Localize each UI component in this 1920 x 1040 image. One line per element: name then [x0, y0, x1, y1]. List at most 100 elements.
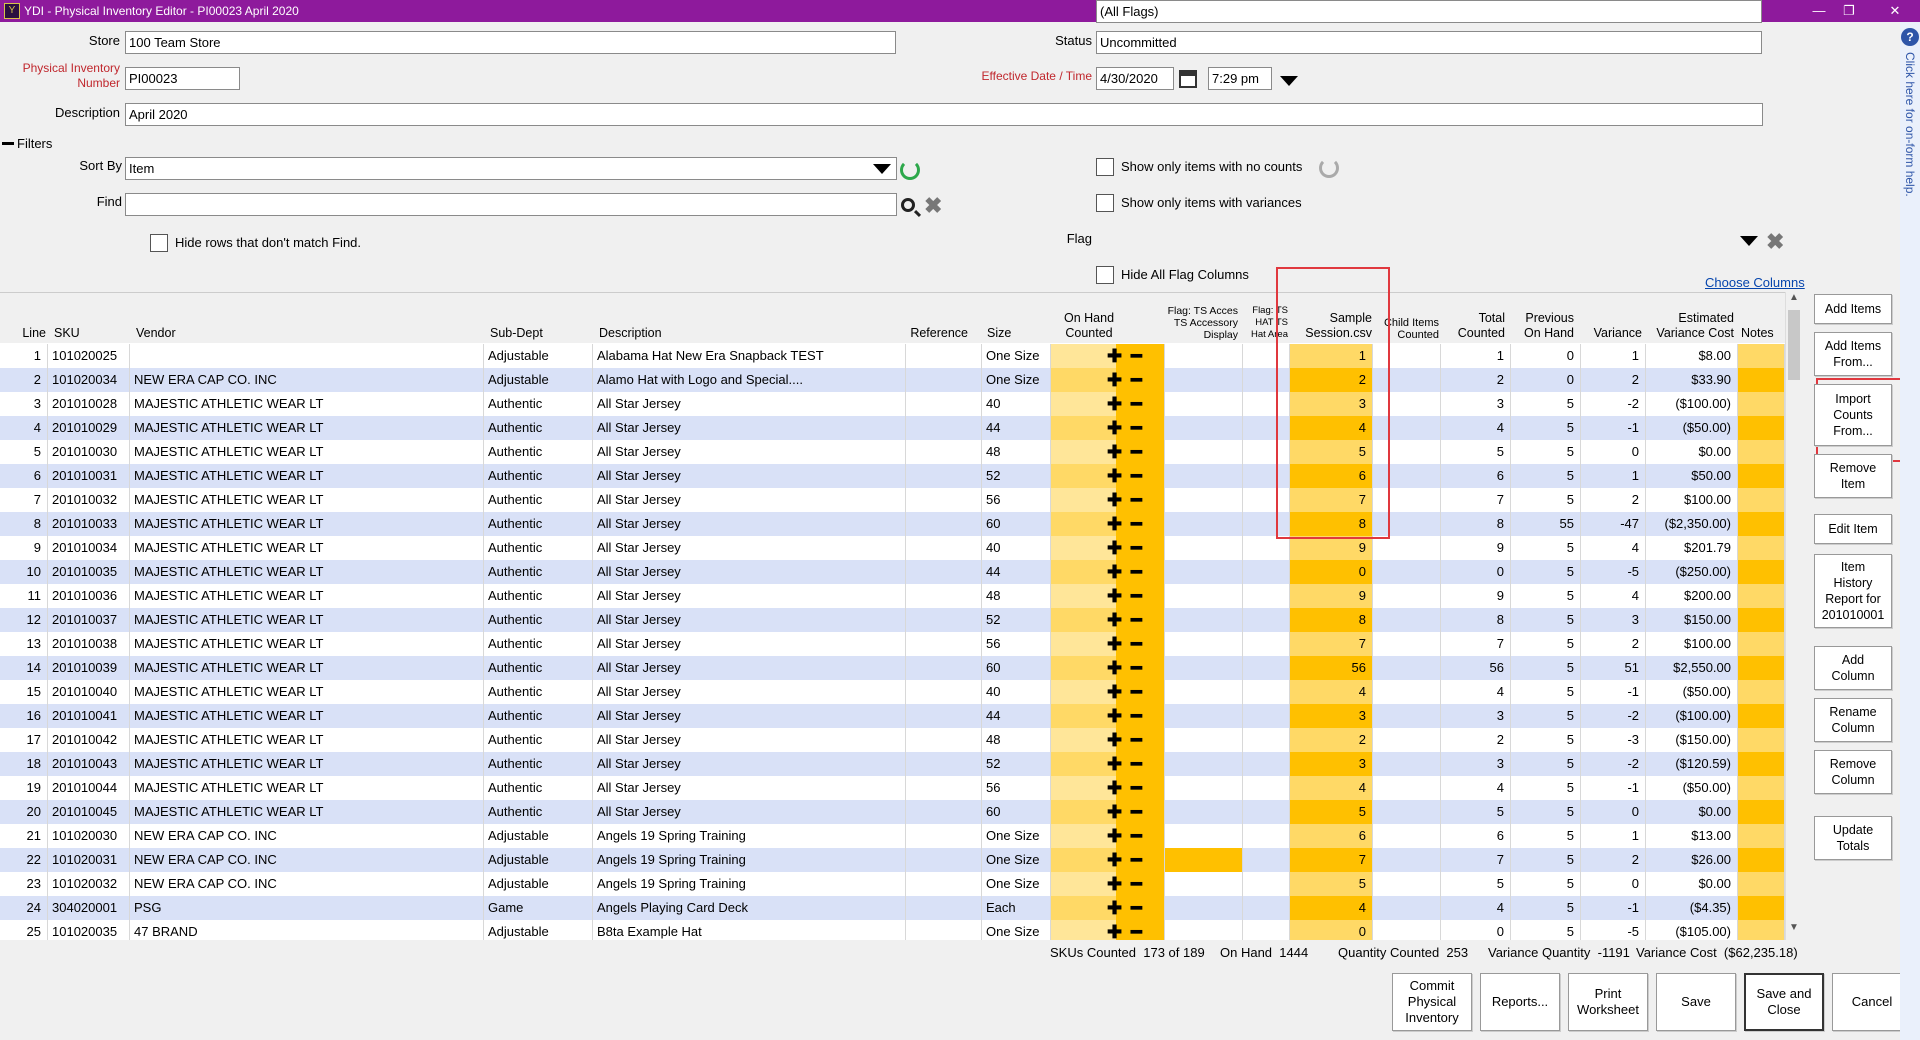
- line-cell[interactable]: 12: [0, 608, 48, 632]
- plus-icon[interactable]: ✚: [1107, 584, 1122, 608]
- line-cell[interactable]: 5: [0, 440, 48, 464]
- notes-cell[interactable]: [1738, 464, 1785, 488]
- notes-cell[interactable]: [1738, 920, 1785, 940]
- no-counts-checkbox[interactable]: [1096, 158, 1114, 176]
- notes-cell[interactable]: [1738, 392, 1785, 416]
- size-cell[interactable]: One Size: [982, 872, 1051, 896]
- line-cell[interactable]: 1: [0, 344, 48, 368]
- minus-icon[interactable]: ━: [1131, 560, 1142, 584]
- sort-by-select[interactable]: Item: [125, 157, 897, 180]
- col-header-estimated-variance-cost[interactable]: Estimated Variance Cost: [1648, 311, 1734, 341]
- subdept-cell[interactable]: Authentic: [484, 416, 593, 440]
- vendor-cell[interactable]: MAJESTIC ATHLETIC WEAR LT: [130, 776, 484, 800]
- reference-cell[interactable]: [906, 608, 982, 632]
- count-adjust-cell[interactable]: ✚ ━: [1051, 344, 1165, 368]
- sample-cell[interactable]: 1: [1290, 344, 1373, 368]
- flag-ts-accessory-cell[interactable]: [1165, 488, 1243, 512]
- line-cell[interactable]: 24: [0, 896, 48, 920]
- table-row[interactable]: 3 201010028 MAJESTIC ATHLETIC WEAR LT Authe…: [0, 392, 1785, 416]
- variance-cell[interactable]: 4: [1581, 584, 1646, 608]
- on-form-help-bar[interactable]: ? Click here for on-form help.: [1900, 22, 1920, 1040]
- child-items-cell[interactable]: [1373, 344, 1441, 368]
- prev-cell[interactable]: 0: [1511, 368, 1581, 392]
- col-header-reference[interactable]: Reference: [906, 326, 968, 341]
- import-counts-from-button[interactable]: Import Counts From...: [1814, 384, 1892, 446]
- minus-icon[interactable]: ━: [1131, 848, 1142, 872]
- sku-cell[interactable]: 101020034: [48, 368, 130, 392]
- subdept-cell[interactable]: Authentic: [484, 536, 593, 560]
- size-cell[interactable]: 40: [982, 392, 1051, 416]
- pi-number-field[interactable]: PI00023: [125, 67, 240, 90]
- notes-cell[interactable]: [1738, 728, 1785, 752]
- cost-cell[interactable]: $26.00: [1646, 848, 1738, 872]
- total-cell[interactable]: 0: [1441, 560, 1511, 584]
- subdept-cell[interactable]: Authentic: [484, 728, 593, 752]
- time-dropdown-icon[interactable]: [1280, 76, 1298, 86]
- subdept-cell[interactable]: Authentic: [484, 704, 593, 728]
- sku-cell[interactable]: 201010032: [48, 488, 130, 512]
- description-cell[interactable]: All Star Jersey: [593, 416, 906, 440]
- sample-cell[interactable]: 7: [1290, 488, 1373, 512]
- child-items-cell[interactable]: [1373, 656, 1441, 680]
- line-cell[interactable]: 21: [0, 824, 48, 848]
- count-adjust-cell[interactable]: ✚ ━: [1051, 896, 1165, 920]
- line-cell[interactable]: 3: [0, 392, 48, 416]
- col-header-line[interactable]: Line: [14, 326, 46, 341]
- description-cell[interactable]: All Star Jersey: [593, 512, 906, 536]
- plus-icon[interactable]: ✚: [1107, 680, 1122, 704]
- line-cell[interactable]: 22: [0, 848, 48, 872]
- cost-cell[interactable]: $150.00: [1646, 608, 1738, 632]
- notes-cell[interactable]: [1738, 872, 1785, 896]
- vendor-cell[interactable]: MAJESTIC ATHLETIC WEAR LT: [130, 560, 484, 584]
- reference-cell[interactable]: [906, 440, 982, 464]
- flag-ts-hat-cell[interactable]: [1243, 632, 1290, 656]
- description-cell[interactable]: All Star Jersey: [593, 800, 906, 824]
- subdept-cell[interactable]: Authentic: [484, 656, 593, 680]
- save-and-close-button[interactable]: Save and Close: [1744, 973, 1824, 1031]
- subdept-cell[interactable]: Authentic: [484, 440, 593, 464]
- description-cell[interactable]: All Star Jersey: [593, 704, 906, 728]
- update-totals-button[interactable]: Update Totals: [1814, 816, 1892, 860]
- size-cell[interactable]: 44: [982, 704, 1051, 728]
- table-row[interactable]: 15 201010040 MAJESTIC ATHLETIC WEAR LT Auth…: [0, 680, 1785, 704]
- cost-cell[interactable]: ($4.35): [1646, 896, 1738, 920]
- subdept-cell[interactable]: Adjustable: [484, 368, 593, 392]
- variance-cell[interactable]: 2: [1581, 848, 1646, 872]
- count-adjust-cell[interactable]: ✚ ━: [1051, 752, 1165, 776]
- flag-ts-hat-cell[interactable]: [1243, 464, 1290, 488]
- vendor-cell[interactable]: NEW ERA CAP CO. INC: [130, 872, 484, 896]
- count-adjust-cell[interactable]: ✚ ━: [1051, 440, 1165, 464]
- sample-cell[interactable]: 5: [1290, 872, 1373, 896]
- minus-icon[interactable]: ━: [1131, 344, 1142, 368]
- table-row[interactable]: 13 201010038 MAJESTIC ATHLETIC WEAR LT Auth…: [0, 632, 1785, 656]
- size-cell[interactable]: 52: [982, 608, 1051, 632]
- prev-cell[interactable]: 5: [1511, 800, 1581, 824]
- col-header-previous-onhand[interactable]: Previous On Hand: [1510, 311, 1574, 341]
- total-cell[interactable]: 8: [1441, 512, 1511, 536]
- minus-icon[interactable]: ━: [1131, 920, 1142, 940]
- reference-cell[interactable]: [906, 560, 982, 584]
- col-header-description[interactable]: Description: [599, 326, 662, 341]
- table-row[interactable]: 11 201010036 MAJESTIC ATHLETIC WEAR LT Auth…: [0, 584, 1785, 608]
- count-adjust-cell[interactable]: ✚ ━: [1051, 800, 1165, 824]
- total-cell[interactable]: 6: [1441, 464, 1511, 488]
- help-text[interactable]: Click here for on-form help.: [1903, 52, 1917, 197]
- flag-ts-accessory-cell[interactable]: [1165, 344, 1243, 368]
- notes-cell[interactable]: [1738, 800, 1785, 824]
- scroll-down-icon[interactable]: ▼: [1786, 922, 1802, 938]
- sample-cell[interactable]: 4: [1290, 416, 1373, 440]
- vendor-cell[interactable]: MAJESTIC ATHLETIC WEAR LT: [130, 680, 484, 704]
- count-adjust-cell[interactable]: ✚ ━: [1051, 632, 1165, 656]
- size-cell[interactable]: One Size: [982, 368, 1051, 392]
- flag-ts-hat-cell[interactable]: [1243, 440, 1290, 464]
- effective-time-field[interactable]: 7:29 pm: [1208, 67, 1272, 90]
- notes-cell[interactable]: [1738, 704, 1785, 728]
- subdept-cell[interactable]: Authentic: [484, 584, 593, 608]
- sample-cell[interactable]: 3: [1290, 704, 1373, 728]
- plus-icon[interactable]: ✚: [1107, 848, 1122, 872]
- flag-ts-accessory-cell[interactable]: [1165, 536, 1243, 560]
- cost-cell[interactable]: ($100.00): [1646, 392, 1738, 416]
- scroll-up-icon[interactable]: ▲: [1786, 292, 1802, 308]
- notes-cell[interactable]: [1738, 512, 1785, 536]
- subdept-cell[interactable]: Adjustable: [484, 848, 593, 872]
